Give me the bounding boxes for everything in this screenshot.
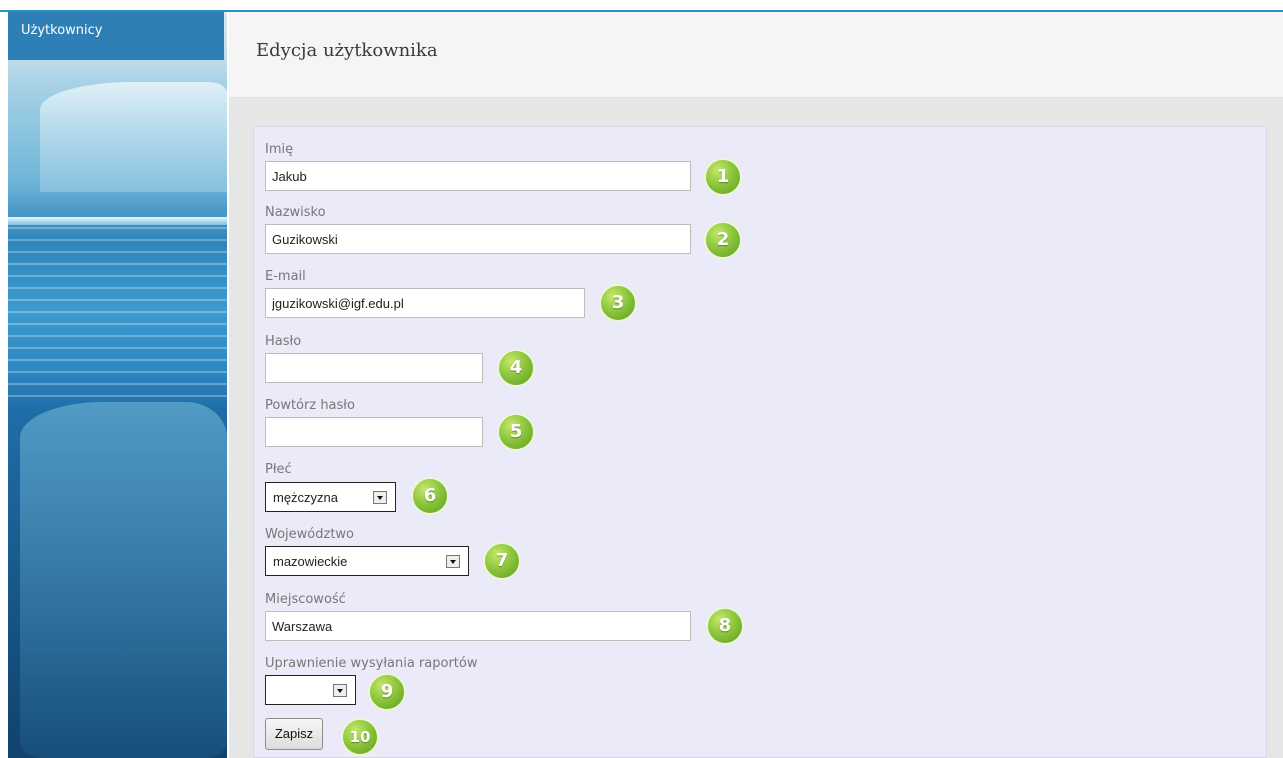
number-badge-icon: 4 bbox=[497, 349, 535, 387]
chevron-down-icon[interactable] bbox=[333, 684, 347, 697]
first-name-field[interactable] bbox=[265, 161, 691, 191]
number-badge-icon: 9 bbox=[368, 673, 406, 711]
report-permission-select[interactable] bbox=[265, 675, 356, 705]
number-badge-icon: 7 bbox=[483, 542, 521, 580]
first-name-label: Imię bbox=[265, 142, 294, 157]
password-repeat-label: Powtórz hasło bbox=[265, 398, 355, 413]
sidebar: Użytkownicy bbox=[0, 12, 227, 758]
report-permission-label: Uprawnienie wysyłania raportów bbox=[265, 656, 478, 671]
city-field[interactable] bbox=[265, 611, 691, 641]
number-badge-icon: 1 bbox=[704, 158, 742, 196]
iceberg-top-image bbox=[40, 82, 227, 192]
number-badge-icon: 2 bbox=[704, 221, 742, 259]
number-badge-icon: 10 bbox=[341, 718, 379, 756]
last-name-field[interactable] bbox=[265, 224, 691, 254]
password-field[interactable] bbox=[265, 353, 483, 383]
email-label: E-mail bbox=[265, 269, 306, 284]
voivodeship-label: Województwo bbox=[265, 527, 355, 542]
top-accent-line bbox=[0, 0, 1283, 12]
sidebar-left-strip bbox=[0, 12, 8, 758]
page-header: Edycja użytkownika bbox=[229, 12, 1283, 98]
number-badge-icon: 6 bbox=[411, 477, 449, 515]
chevron-down-icon[interactable] bbox=[373, 491, 387, 504]
save-button[interactable]: Zapisz bbox=[265, 718, 323, 750]
password-label: Hasło bbox=[265, 334, 302, 349]
number-badge-icon: 3 bbox=[599, 284, 637, 322]
number-badge-icon: 8 bbox=[706, 607, 744, 645]
page-title: Edycja użytkownika bbox=[256, 40, 438, 61]
email-field[interactable] bbox=[265, 288, 585, 318]
city-label: Miejscowość bbox=[265, 592, 346, 607]
chevron-down-icon[interactable] bbox=[446, 555, 460, 568]
last-name-label: Nazwisko bbox=[265, 205, 326, 220]
number-badge-icon: 5 bbox=[497, 413, 535, 451]
iceberg-underwater-image bbox=[20, 402, 227, 758]
gender-label: Płeć bbox=[265, 462, 292, 477]
voivodeship-select[interactable]: mazowieckie bbox=[265, 546, 469, 576]
iceberg-waterline bbox=[8, 217, 227, 225]
water-waves bbox=[8, 227, 227, 397]
gender-selected-value: mężczyzna bbox=[273, 490, 339, 505]
sidebar-item-users[interactable]: Użytkownicy bbox=[8, 12, 224, 60]
password-repeat-field[interactable] bbox=[265, 417, 483, 447]
gender-select[interactable]: mężczyzna bbox=[265, 482, 396, 512]
voivodeship-selected-value: mazowieckie bbox=[273, 554, 348, 569]
